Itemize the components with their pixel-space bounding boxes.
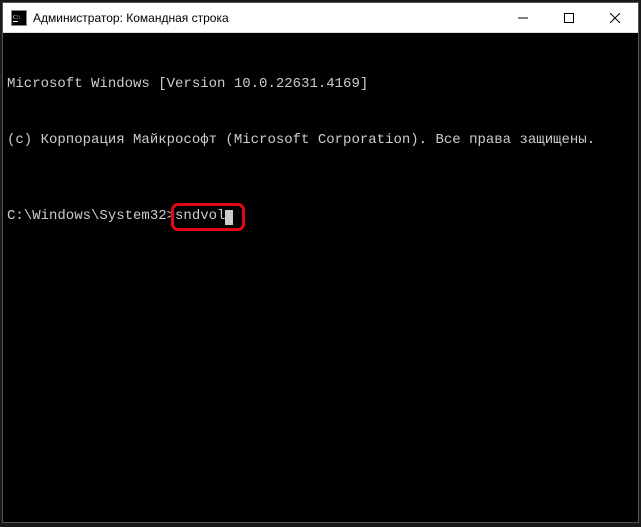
prompt-path: C:\Windows\System32> bbox=[7, 208, 175, 224]
minimize-button[interactable] bbox=[500, 3, 546, 32]
terminal-prompt-line: C:\Windows\System32>sndvol bbox=[7, 207, 634, 226]
maximize-button[interactable] bbox=[546, 3, 592, 32]
cursor bbox=[225, 210, 233, 225]
close-button[interactable] bbox=[592, 3, 638, 32]
terminal-body[interactable]: Microsoft Windows [Version 10.0.22631.41… bbox=[3, 33, 638, 522]
command-prompt-window: C:\ Администратор: Командная строка Micr… bbox=[2, 2, 639, 523]
command-input[interactable]: sndvol bbox=[175, 208, 225, 224]
cmd-icon: C:\ bbox=[11, 10, 27, 26]
svg-text:C:\: C:\ bbox=[13, 15, 21, 21]
terminal-output-line: Microsoft Windows [Version 10.0.22631.41… bbox=[7, 75, 634, 94]
terminal-output-line: (с) Корпорация Майкрософт (Microsoft Cor… bbox=[7, 131, 634, 150]
titlebar[interactable]: C:\ Администратор: Командная строка bbox=[3, 3, 638, 33]
window-title: Администратор: Командная строка bbox=[33, 11, 500, 25]
window-controls bbox=[500, 3, 638, 32]
